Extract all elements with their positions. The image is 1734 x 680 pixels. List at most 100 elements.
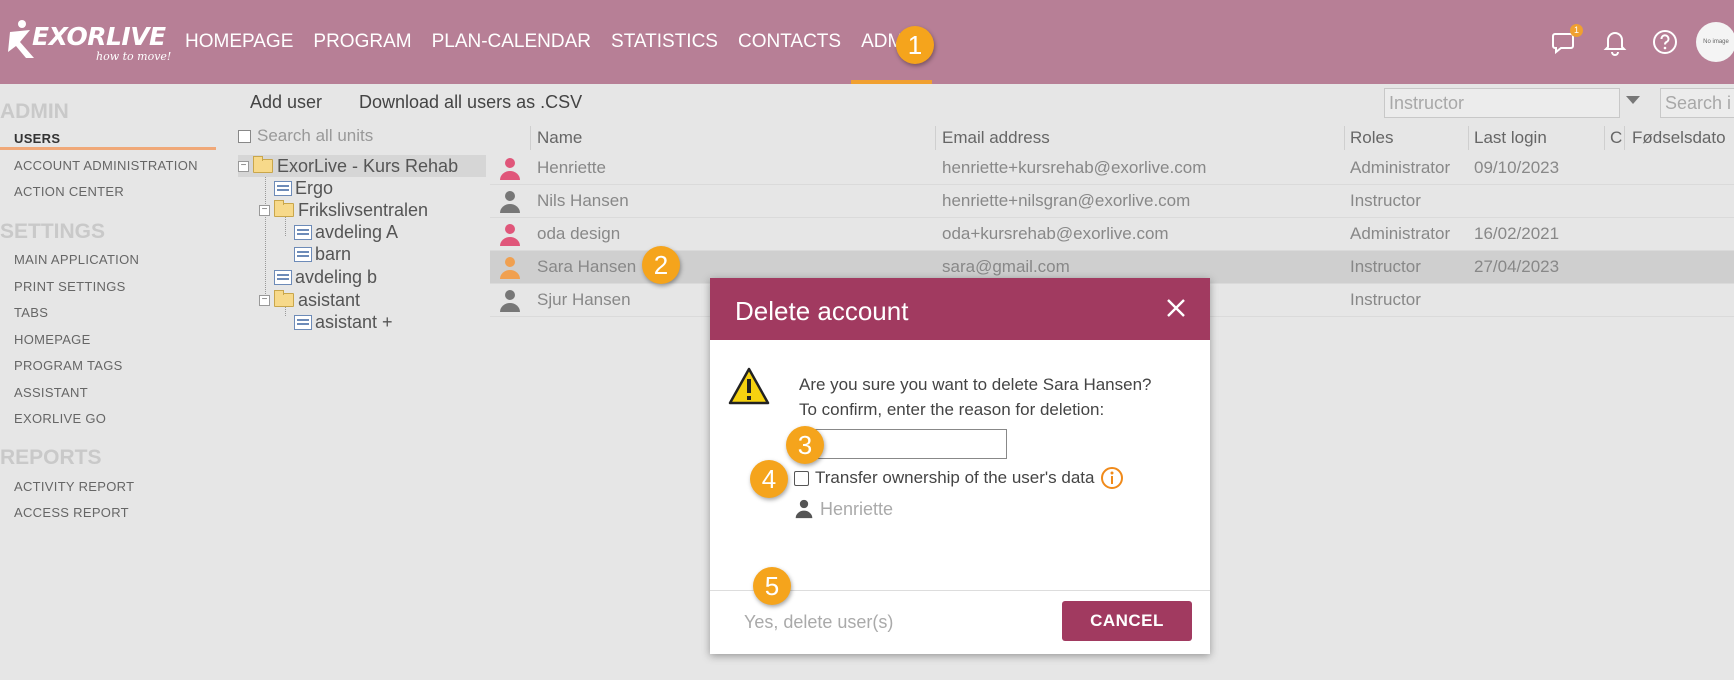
tree-node-label: ExorLive - Kurs Rehab [277, 155, 459, 176]
user-name: Sara Hansen [537, 257, 637, 276]
column-header-roles[interactable]: Roles [1350, 128, 1393, 148]
sidebar-item-action-center[interactable]: ACTION CENTER [14, 184, 124, 199]
folder-icon [274, 290, 294, 307]
info-icon[interactable] [1100, 466, 1124, 490]
table-row[interactable]: oda design oda+kursrehab@exorlive.com Ad… [490, 218, 1734, 251]
transfer-ownership-label: Transfer ownership of the user's data [815, 468, 1095, 487]
user-name: oda design [537, 224, 621, 243]
user-icon [500, 224, 520, 246]
user-icon [500, 191, 520, 213]
nav-statistics[interactable]: STATISTICS [601, 0, 728, 84]
sidebar-item-activity-report[interactable]: ACTIVITY REPORT [14, 479, 134, 494]
chevron-down-icon[interactable] [1626, 96, 1640, 104]
sidebar-item-tabs[interactable]: TABS [14, 305, 48, 320]
nav-homepage[interactable]: HOMEPAGE [175, 0, 303, 84]
transfer-ownership-checkbox[interactable] [794, 470, 809, 486]
dialog-header: Delete account [710, 278, 1210, 340]
user-last-login: 09/10/2023 [1474, 158, 1560, 177]
column-header-c[interactable]: C [1610, 128, 1622, 148]
search-all-units-label: Search all units [257, 126, 374, 145]
chat-count-badge: 1 [1570, 24, 1583, 37]
user-name: Sjur Hansen [537, 290, 631, 309]
sidebar-item-main-application[interactable]: MAIN APPLICATION [14, 252, 139, 267]
nav-plan-calendar[interactable]: PLAN-CALENDAR [422, 0, 601, 84]
user-icon [500, 257, 520, 279]
search-all-units-checkbox[interactable] [238, 129, 251, 143]
user-avatar[interactable]: No image [1696, 22, 1734, 62]
notifications-button[interactable] [1590, 22, 1640, 62]
sidebar-item-account-administration[interactable]: ACCOUNT ADMINISTRATION [14, 158, 198, 173]
user-icon [795, 499, 813, 519]
user-email: henriette+kursrehab@exorlive.com [942, 158, 1207, 177]
sidebar-item-access-report[interactable]: ACCESS REPORT [14, 505, 129, 520]
tree-node-barn[interactable]: barn [294, 243, 351, 265]
unit-icon [274, 180, 292, 196]
unit-icon [294, 246, 312, 262]
sidebar-item-homepage[interactable]: HOMEPAGE [14, 332, 91, 347]
tree-node-frikslivsentralen[interactable]: − Frikslivsentralen [259, 199, 428, 221]
sidebar-item-exorlive-go[interactable]: EXORLIVE GO [14, 411, 106, 426]
sidebar-active-indicator [0, 147, 216, 150]
tree-node-label: asistant [298, 289, 361, 310]
tree-node-exorlive-kurs-rehab[interactable]: − ExorLive - Kurs Rehab [238, 155, 486, 177]
column-header-birth-date[interactable]: Fødselsdato [1632, 128, 1726, 148]
top-navigation-bar: EXORLIVE how to move! HOMEPAGE PROGRAM P… [0, 0, 1734, 84]
column-header-last-login[interactable]: Last login [1474, 128, 1547, 148]
search-all-units-toggle[interactable]: Search all units [238, 126, 373, 146]
tree-node-avdeling-a[interactable]: avdeling A [294, 221, 398, 243]
bell-icon [1603, 32, 1627, 56]
collapse-icon[interactable]: − [259, 204, 270, 216]
tree-node-asistant[interactable]: − asistant [259, 289, 360, 311]
tree-node-label: avdeling A [315, 221, 399, 242]
yes-delete-button[interactable]: Yes, delete user(s) [744, 612, 893, 633]
nav-contacts[interactable]: CONTACTS [728, 0, 851, 84]
tree-node-label: Frikslivsentralen [298, 199, 429, 220]
step-badge-5: 5 [753, 567, 791, 605]
tree-node-label: barn [315, 243, 352, 264]
dialog-confirm-text: To confirm, enter the reason for deletio… [799, 400, 1105, 419]
sidebar-section-settings: SETTINGS [0, 220, 106, 243]
tree-node-label: Ergo [295, 177, 334, 198]
dialog-title: Delete account [735, 296, 909, 326]
tree-node-label: avdeling b [295, 266, 378, 287]
sidebar-item-users[interactable]: USERS [14, 131, 60, 146]
download-csv-button[interactable]: Download all users as .CSV [359, 92, 582, 113]
column-header-email[interactable]: Email address [942, 128, 1050, 148]
collapse-icon[interactable]: − [259, 294, 270, 306]
users-toolbar: Add user Download all users as .CSV Inst… [232, 84, 1734, 124]
logo-tagline: how to move! [96, 50, 172, 63]
tree-node-asistant-plus[interactable]: asistant + [294, 311, 393, 333]
user-name: Nils Hansen [537, 191, 629, 210]
step-badge-3: 3 [786, 426, 824, 464]
sidebar-item-program-tags[interactable]: PROGRAM TAGS [14, 358, 123, 373]
user-icon [500, 158, 520, 180]
tree-node-label: asistant + [315, 311, 393, 332]
step-badge-4: 4 [750, 460, 788, 498]
table-row[interactable]: Henriette henriette+kursrehab@exorlive.c… [490, 152, 1734, 185]
unit-icon [294, 314, 312, 330]
chat-button[interactable]: 1 [1540, 22, 1590, 62]
sidebar-item-print-settings[interactable]: PRINT SETTINGS [14, 279, 126, 294]
tree-node-avdeling-b[interactable]: avdeling b [274, 266, 377, 288]
logo-brand-text: EXORLIVE [32, 22, 166, 51]
close-icon[interactable] [1164, 296, 1188, 320]
collapse-icon[interactable]: − [238, 160, 249, 172]
cancel-button[interactable]: CANCEL [1062, 601, 1192, 641]
add-user-button[interactable]: Add user [250, 92, 322, 113]
new-owner-row[interactable]: Henriette [794, 498, 893, 520]
warning-icon [728, 367, 770, 405]
sidebar-item-assistant[interactable]: ASSISTANT [14, 385, 88, 400]
table-header-row: Name Email address Roles Last login C Fø… [490, 124, 1734, 152]
nav-program[interactable]: PROGRAM [303, 0, 421, 84]
deletion-reason-input[interactable] [799, 429, 1007, 459]
user-search-input[interactable]: Search i [1660, 88, 1734, 118]
help-button[interactable] [1640, 22, 1690, 62]
role-filter-select[interactable]: Instructor [1384, 88, 1620, 118]
column-header-name[interactable]: Name [537, 128, 582, 148]
user-icon [500, 290, 520, 312]
transfer-ownership-row[interactable]: Transfer ownership of the user's data [794, 466, 1124, 490]
exorlive-logo[interactable]: EXORLIVE how to move! [8, 14, 173, 70]
sidebar-section-admin: ADMIN [0, 100, 69, 123]
table-row[interactable]: Nils Hansen henriette+nilsgran@exorlive.… [490, 185, 1734, 218]
tree-node-ergo[interactable]: Ergo [274, 177, 333, 199]
